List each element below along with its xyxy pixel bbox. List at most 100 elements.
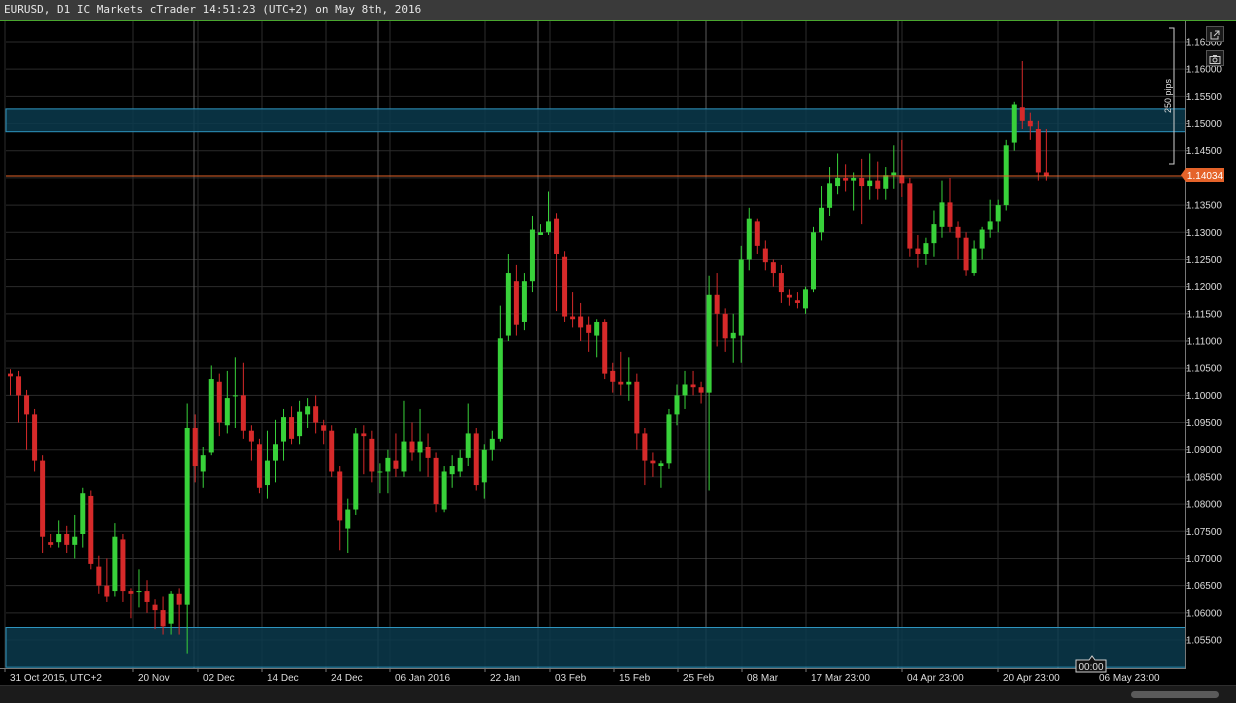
candle-body [104,585,110,597]
candle [256,438,262,494]
detach-icon [1210,25,1220,44]
x-tick-label: 06 Jan 2016 [395,673,450,684]
x-tick-label: 14 Dec [267,673,299,684]
horizontal-scrollbar[interactable] [0,685,1236,703]
y-tick-label: 1.05500 [1186,636,1223,647]
candle [353,427,359,515]
candle-body [626,381,632,385]
candle-body [80,493,86,534]
candle-body [554,218,560,255]
y-tick-label: 1.08500 [1186,472,1223,483]
candle-body [634,381,640,434]
candle-body [586,324,592,333]
candle-body [963,237,969,271]
candle-body [289,417,295,439]
candle-body [1003,145,1009,206]
candle-body [843,177,849,181]
candle-body [714,294,720,314]
candle [963,232,969,276]
candle [88,490,94,570]
candle-body [409,441,415,453]
candle-body [819,207,825,233]
candle-body [939,202,945,227]
candle-body [955,226,961,238]
candle-body [1019,107,1025,121]
candle [433,452,439,513]
candle-body [578,316,584,328]
candle-body [152,604,158,611]
y-tick-label: 1.07000 [1186,554,1223,565]
candle-body [618,381,624,385]
candle [441,466,447,513]
candle-body [915,248,921,255]
candle [562,251,568,322]
detach-button[interactable] [1206,26,1224,42]
y-axis-labels: 1.165001.160001.155001.150001.145001.140… [1186,38,1223,647]
x-tick-label: 02 Dec [203,673,235,684]
candle [907,177,913,257]
camera-icon [1209,49,1221,68]
candle-body [682,384,688,396]
candle-body [112,536,118,592]
candle-body [40,460,46,537]
candle [473,427,479,491]
candle [666,408,672,469]
candle-body [505,273,511,336]
candle-body [730,332,736,339]
y-tick-label: 1.11500 [1187,309,1223,320]
price-tag: 1.14034 [1181,168,1224,182]
candle-body [738,259,744,336]
candle-body [529,229,535,282]
candle-body [513,281,519,325]
candle-body [232,395,238,397]
candle-body [489,438,495,450]
y-tick-label: 1.12000 [1186,282,1223,293]
chart-title-bar: EURUSD, D1 IC Markets cTrader 14:51:23 (… [0,0,1236,21]
x-tick-label: 31 Oct 2015, UTC+2 [10,673,102,684]
candle-body [835,177,841,187]
x-tick-label: 20 Apr 23:00 [1003,673,1060,684]
y-tick-label: 1.13000 [1186,228,1223,239]
y-tick-label: 1.10000 [1186,391,1223,402]
candle-body [666,414,672,464]
candle-body [128,591,134,594]
candlestick-chart[interactable]: 1.165001.160001.155001.150001.145001.140… [0,0,1236,685]
candle-body [706,294,712,393]
measure-label: 250 pips [1163,78,1173,113]
candle-body [313,406,319,423]
candle-body [537,232,543,235]
candle-body [248,430,254,442]
candle-body [674,395,680,415]
candle-body [1027,120,1033,127]
candle-body [521,281,527,322]
candle-body [88,495,94,564]
candle-body [658,463,664,467]
candle-body [883,175,889,189]
candle-body [361,433,367,437]
candle-body [802,289,808,309]
y-tick-label: 1.06500 [1186,581,1223,592]
candle-body [256,444,262,488]
candle-body [562,256,568,317]
candle-body [377,471,383,473]
candle-body [32,414,38,461]
candle-body [305,406,311,415]
candle-body [96,566,102,586]
candle-body [1011,104,1017,143]
candle-body [891,172,897,176]
scrollbar-thumb[interactable] [1131,691,1219,698]
y-tick-label: 1.14500 [1186,146,1223,157]
candle-body [321,425,327,431]
screenshot-button[interactable] [1206,50,1224,66]
candle-body [208,379,214,453]
candle-body [497,338,503,439]
candle-body [594,321,600,336]
candle-body [570,316,576,320]
candle-body [200,455,206,472]
y-tick-label: 1.09500 [1186,418,1223,429]
candle-body [875,180,881,189]
candle-body [136,591,142,593]
candle [602,319,608,380]
candle-body [48,542,54,545]
chart-title: EURUSD, D1 IC Markets cTrader 14:51:23 (… [4,3,422,16]
